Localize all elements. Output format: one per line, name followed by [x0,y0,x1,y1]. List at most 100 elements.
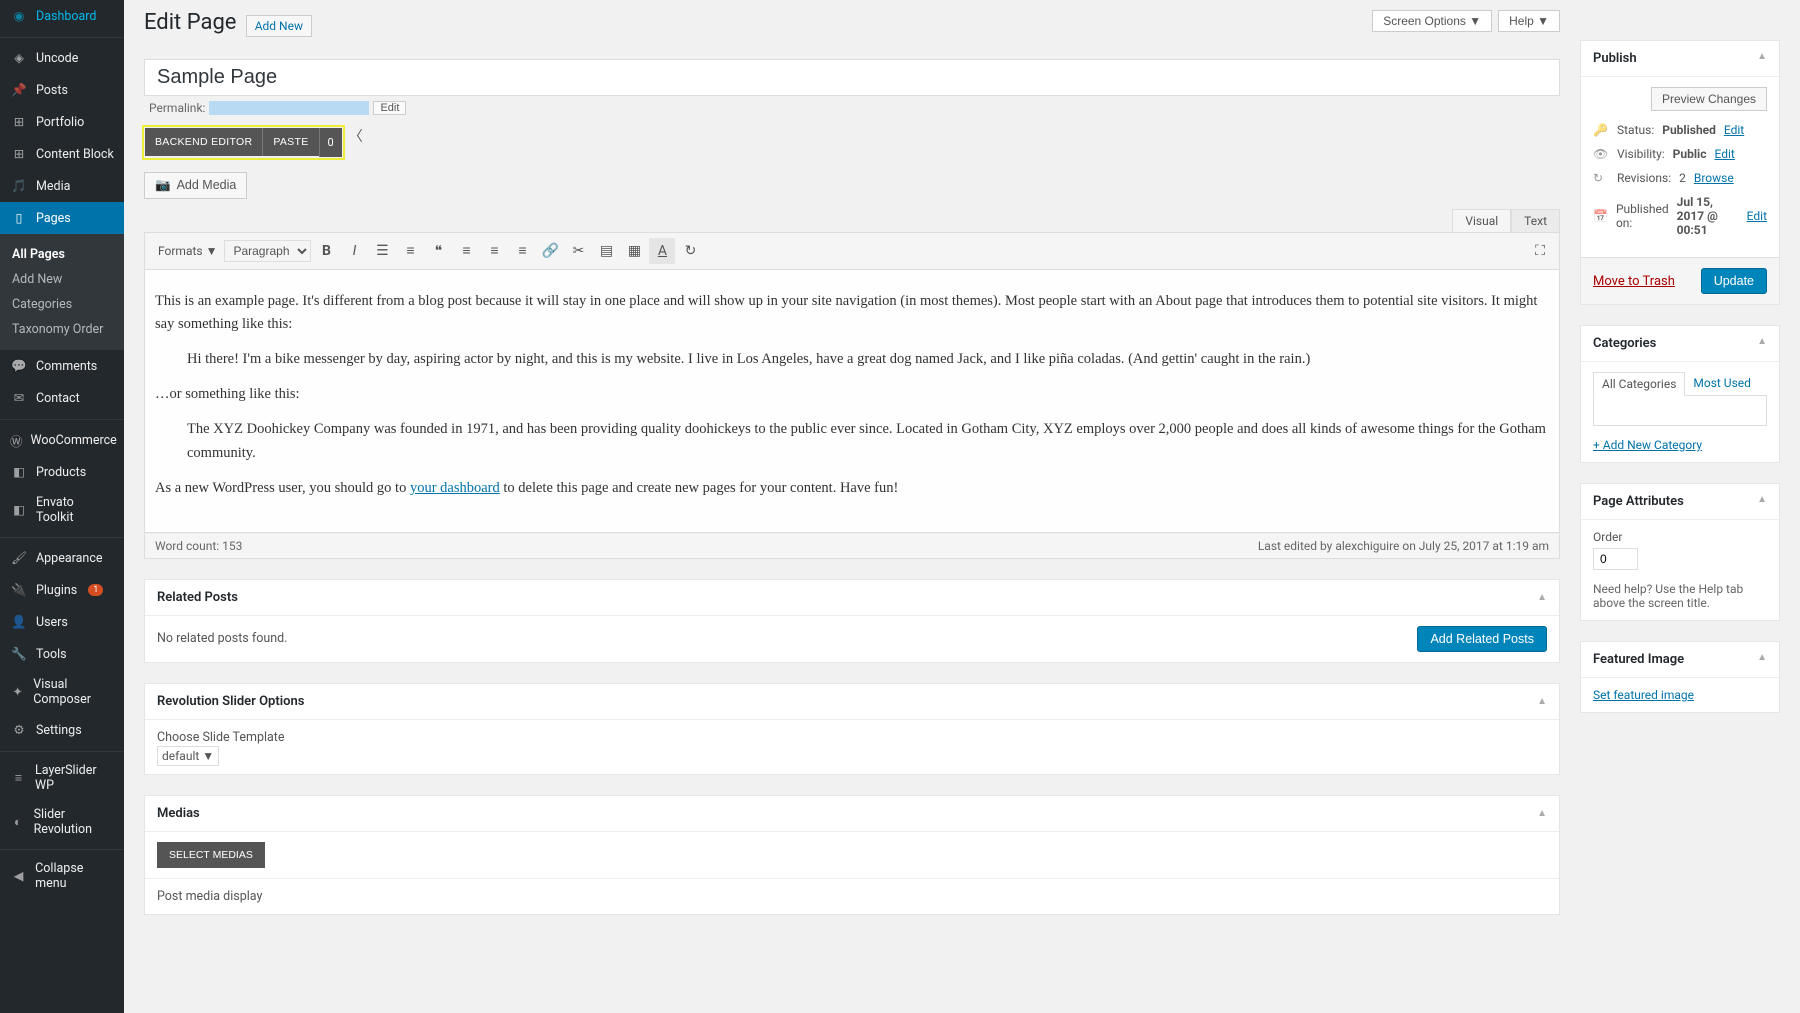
add-media-button[interactable]: 📷 Add Media [144,172,247,199]
sidebar-item-comments[interactable]: 💬Comments [0,350,124,382]
bold-button[interactable]: B [313,238,339,264]
formats-dropdown[interactable]: Formats ▼ [153,241,222,261]
sidebar-item-contact[interactable]: ✉Contact [0,382,124,414]
sidebar-item-pages[interactable]: ▯Pages [0,202,124,234]
visibility-edit-link[interactable]: Edit [1714,147,1734,161]
page-attributes-title: Page Attributes [1593,494,1684,509]
italic-button[interactable]: I [341,238,367,264]
submenu-taxonomy[interactable]: Taxonomy Order [0,317,124,342]
sidebar-item-contentblock[interactable]: ⊞Content Block [0,138,124,170]
toggle-icon[interactable]: ▲ [1757,652,1767,667]
wrench-icon: 🔧 [10,645,28,663]
sidebar-item-sliderrev[interactable]: ◐Slider Revolution [0,800,124,844]
date-edit-link[interactable]: Edit [1747,209,1767,223]
last-edited: Last edited by alexchiguire on July 25, … [1258,539,1549,553]
sidebar-item-users[interactable]: 👤Users [0,606,124,638]
sidebar-item-envato[interactable]: ◧Envato Toolkit [0,488,124,532]
add-related-posts-button[interactable]: Add Related Posts [1417,626,1547,652]
textcolor-button[interactable]: A [649,238,675,264]
editor-content[interactable]: This is an example page. It's different … [144,270,1560,533]
dashboard-link[interactable]: your dashboard [410,480,500,496]
content-p3: As a new WordPress user, you should go t… [155,477,1549,500]
sidebar-item-collapse[interactable]: ◀Collapse menu [0,854,124,898]
key-icon: 🔑 [1593,123,1609,137]
sidebar-item-uncode[interactable]: ◈Uncode [0,42,124,74]
more-button[interactable]: ▤ [593,238,619,264]
paste-button[interactable]: PASTE [262,128,318,156]
toggle-icon[interactable]: ▲ [1757,51,1767,66]
related-posts-none: No related posts found. [157,631,287,646]
plugin-badge: 1 [88,584,103,596]
help-button[interactable]: Help ▼ [1498,10,1560,32]
sidebar-item-dashboard[interactable]: ◉Dashboard [0,0,124,32]
select-medias-button[interactable]: SELECT MEDIAS [157,842,265,868]
sidebar-item-portfolio[interactable]: ⊞Portfolio [0,106,124,138]
order-input[interactable] [1593,548,1638,570]
browse-link[interactable]: Browse [1694,171,1734,185]
submenu-add-new[interactable]: Add New [0,267,124,292]
sidebar-item-settings[interactable]: ⚙Settings [0,714,124,746]
editor-count: 0 [319,128,342,157]
sidebar-item-posts[interactable]: 📌Posts [0,74,124,106]
submenu-categories[interactable]: Categories [0,292,124,317]
toggle-icon[interactable]: ▲ [1757,336,1767,351]
ol-button[interactable]: ≡ [397,238,423,264]
status-edit-link[interactable]: Edit [1724,123,1744,137]
diamond-icon: ◈ [10,49,28,67]
refresh-button[interactable]: ↻ [677,238,703,264]
sidebar-item-layerslider[interactable]: ≡LayerSlider WP [0,756,124,800]
revslider-title: Revolution Slider Options [157,694,304,709]
permalink-edit-button[interactable]: Edit [373,101,406,115]
link-button[interactable]: 🔗 [537,238,563,264]
backend-editor-button[interactable]: BACKEND EDITOR [145,128,262,156]
calendar-icon: 📅 [1593,209,1608,223]
ul-button[interactable]: ☰ [369,238,395,264]
sidebar-item-plugins[interactable]: 🔌Plugins1 [0,574,124,606]
related-posts-title: Related Posts [157,590,238,605]
quote-button[interactable]: ❝ [425,238,451,264]
sidebar-item-woocommerce[interactable]: ⓌWooCommerce [0,424,124,456]
update-button[interactable]: Update [1701,268,1767,294]
sidebar-item-products[interactable]: ◧Products [0,456,124,488]
toggle-icon[interactable]: ▲ [1537,592,1547,603]
page-title-input[interactable] [144,59,1560,96]
grid-icon: ⊞ [10,113,28,131]
medias-display-label: Post media display [157,889,1547,904]
table-button[interactable]: ▦ [621,238,647,264]
toggle-icon[interactable]: ▲ [1537,696,1547,707]
order-label: Order [1593,530,1767,544]
cat-tab-most[interactable]: Most Used [1685,372,1759,395]
unlink-button[interactable]: ✂ [565,238,591,264]
plug-icon: 🔌 [10,581,28,599]
align-center-button[interactable]: ≡ [481,238,507,264]
sidebar-item-tools[interactable]: 🔧Tools [0,638,124,670]
revslider-select[interactable]: default ▼ [157,746,219,766]
set-featured-image-link[interactable]: Set featured image [1593,688,1694,702]
paragraph-dropdown[interactable]: Paragraph [224,240,311,262]
gear-icon: ⚙ [10,721,28,739]
fullscreen-button[interactable]: ⛶ [1527,238,1553,264]
sidebar-item-visualcomposer[interactable]: ✦Visual Composer [0,670,124,714]
submenu-all-pages[interactable]: All Pages [0,242,124,267]
toggle-icon[interactable]: ▲ [1757,494,1767,509]
admin-sidebar: ◉Dashboard ◈Uncode 📌Posts ⊞Portfolio ⊞Co… [0,0,124,1013]
tab-text[interactable]: Text [1511,209,1560,232]
sidebar-item-appearance[interactable]: 🖌Appearance [0,542,124,574]
screen-options-button[interactable]: Screen Options ▼ [1372,10,1492,32]
align-left-button[interactable]: ≡ [453,238,479,264]
sidebar-submenu: All Pages Add New Categories Taxonomy Or… [0,234,124,350]
sidebar-item-media[interactable]: 🎵Media [0,170,124,202]
tab-visual[interactable]: Visual [1452,209,1511,232]
permalink-url[interactable] [209,101,369,115]
cat-tab-all[interactable]: All Categories [1593,372,1685,396]
move-to-trash-link[interactable]: Move to Trash [1593,274,1675,289]
content-bq2: The XYZ Doohickey Company was founded in… [187,418,1549,464]
add-category-link[interactable]: + Add New Category [1593,438,1702,452]
chevron-left-icon[interactable]: 〈 [349,126,363,146]
vc-icon: ✦ [10,683,25,701]
preview-changes-button[interactable]: Preview Changes [1651,87,1767,111]
align-right-button[interactable]: ≡ [509,238,535,264]
eye-icon: 👁 [1593,147,1609,161]
add-new-button[interactable]: Add New [246,15,312,37]
toggle-icon[interactable]: ▲ [1537,808,1547,819]
